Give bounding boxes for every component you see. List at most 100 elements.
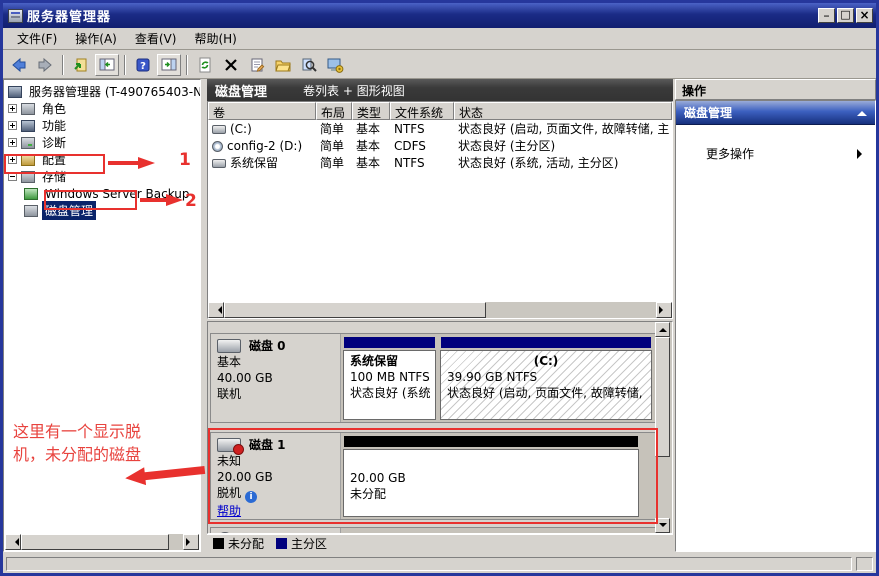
disk-management-panel: 磁盘管理 卷列表 + 图形视图 卷 布局 类型 文件系统 状态 (C:) 简单 …: [207, 79, 673, 552]
status-bar: [3, 554, 876, 573]
actions-panel: 操作 磁盘管理 更多操作: [675, 79, 876, 552]
partition-system-reserved[interactable]: 系统保留 100 MB NTFS 状态良好 (系统: [343, 336, 436, 420]
roles-icon: [21, 103, 35, 115]
cdrom-block[interactable]: CD-ROM 0: [210, 527, 657, 534]
graphical-view-vertical-scrollbar[interactable]: [655, 322, 672, 533]
actions-section-disk-management[interactable]: 磁盘管理: [676, 101, 875, 125]
volume-icon: [212, 125, 226, 134]
info-icon: [245, 491, 257, 503]
menu-bar: 文件(F) 操作(A) 查看(V) 帮助(H): [3, 28, 876, 50]
submenu-arrow-icon: [857, 149, 867, 159]
help-icon[interactable]: ?: [131, 54, 155, 76]
volume-row-system-reserved[interactable]: 系统保留 简单 基本 NTFS 状态良好 (系统, 活动, 主分区): [208, 154, 672, 171]
header-title: 磁盘管理: [215, 81, 267, 100]
more-actions-item[interactable]: 更多操作: [676, 141, 875, 166]
server-manager-icon: [8, 86, 22, 98]
export-list-icon[interactable]: [69, 54, 93, 76]
collapse-icon[interactable]: [8, 172, 17, 181]
legend-primary-partition: 主分区: [276, 535, 327, 552]
tree-item-roles[interactable]: 角色: [8, 100, 200, 117]
scroll-left-icon[interactable]: [5, 534, 21, 550]
disk1-block[interactable]: 磁盘 1 未知 20.00 GB 脱机 帮助 20.00 GB 未分配: [210, 432, 657, 520]
menu-help[interactable]: 帮助(H): [186, 28, 244, 49]
annotation-step-2: 2: [185, 191, 197, 211]
header-subtitle: 卷列表 + 图形视图: [303, 82, 405, 99]
scroll-right-icon[interactable]: [656, 302, 672, 318]
backup-icon: [24, 188, 38, 200]
features-icon: [21, 120, 35, 132]
menu-view[interactable]: 查看(V): [127, 28, 185, 49]
unallocated-bar: [344, 436, 638, 447]
disk-management-icon: [24, 205, 38, 217]
disk-management-header: 磁盘管理 卷列表 + 图形视图: [207, 79, 673, 101]
column-layout[interactable]: 布局: [316, 102, 352, 120]
expand-icon[interactable]: [8, 155, 17, 164]
volume-row-config2[interactable]: config-2 (D:) 简单 基本 CDFS 状态良好 (主分区): [208, 137, 672, 154]
open-folder-icon[interactable]: [271, 54, 295, 76]
column-status[interactable]: 状态: [454, 102, 672, 120]
help-link[interactable]: 帮助: [217, 504, 241, 518]
scroll-right-icon[interactable]: [183, 534, 199, 550]
delete-icon[interactable]: [219, 54, 243, 76]
storage-icon: [21, 171, 35, 183]
tree-horizontal-scrollbar[interactable]: [5, 534, 199, 550]
toolbar-separator: [186, 55, 188, 75]
find-icon[interactable]: [297, 54, 321, 76]
scrollbar-thumb[interactable]: [655, 337, 670, 457]
column-filesystem[interactable]: 文件系统: [390, 102, 454, 120]
volume-row-c[interactable]: (C:) 简单 基本 NTFS 状态良好 (启动, 页面文件, 故障转储, 主: [208, 120, 672, 137]
back-icon[interactable]: [7, 54, 31, 76]
refresh-icon[interactable]: [193, 54, 217, 76]
properties-icon[interactable]: [245, 54, 269, 76]
collapse-section-icon[interactable]: [857, 106, 867, 116]
volume-list-header: 卷 布局 类型 文件系统 状态: [208, 102, 672, 120]
tree-item-storage[interactable]: 存储: [8, 168, 200, 185]
disk0-block[interactable]: 磁盘 0 基本 40.00 GB 联机 系统保留 100 MB NTFS 状态良…: [210, 333, 657, 423]
tree-item-features[interactable]: 功能: [8, 117, 200, 134]
partition-c[interactable]: (C:) 39.90 GB NTFS 状态良好 (启动, 页面文件, 故障转储,: [440, 336, 652, 420]
unallocated-swatch: [213, 538, 224, 549]
menu-file[interactable]: 文件(F): [9, 28, 65, 49]
tree-item-disk-management[interactable]: 磁盘管理: [8, 202, 200, 219]
show-console-tree-icon[interactable]: [95, 54, 119, 76]
legend-unallocated: 未分配: [213, 535, 264, 552]
forward-icon[interactable]: [33, 54, 57, 76]
disk1-label: 磁盘 1 未知 20.00 GB 脱机 帮助: [211, 433, 341, 519]
tree-item-windows-server-backup[interactable]: Windows Server Backup: [8, 185, 200, 202]
close-button[interactable]: [856, 8, 873, 23]
title-bar: 服务器管理器: [3, 3, 876, 28]
scroll-up-icon[interactable]: [655, 322, 670, 337]
scroll-left-icon[interactable]: [208, 302, 224, 318]
expand-icon[interactable]: [8, 138, 17, 147]
maximize-button[interactable]: [837, 8, 854, 23]
primary-partition-bar: [441, 337, 651, 348]
offline-disk-icon: [217, 438, 241, 452]
diagnostics-icon: [21, 137, 35, 149]
window-title: 服务器管理器: [27, 6, 111, 25]
cd-volume-icon: [212, 141, 223, 152]
annotation-step-1: 1: [179, 150, 191, 170]
show-action-pane-icon[interactable]: [157, 54, 181, 76]
expand-icon[interactable]: [8, 104, 17, 113]
minimize-button[interactable]: [818, 8, 835, 23]
manage-computer-icon[interactable]: [323, 54, 347, 76]
toolbar-separator: [62, 55, 64, 75]
scrollbar-thumb[interactable]: [21, 534, 169, 550]
menu-action[interactable]: 操作(A): [67, 28, 125, 49]
expand-icon[interactable]: [8, 121, 17, 130]
column-volume[interactable]: 卷: [208, 102, 316, 120]
partition-unallocated[interactable]: 20.00 GB 未分配: [343, 435, 639, 517]
toolbar-separator: [124, 55, 126, 75]
tree-root-server-manager[interactable]: 服务器管理器 (T-490765403-ND: [8, 83, 200, 100]
volume-list-horizontal-scrollbar[interactable]: [208, 302, 672, 318]
disk0-label: 磁盘 0 基本 40.00 GB 联机: [211, 334, 341, 422]
server-manager-window: 服务器管理器 文件(F) 操作(A) 查看(V) 帮助(H) ?: [0, 0, 879, 576]
tree-item-diagnostics[interactable]: 诊断: [8, 134, 200, 151]
annotation-note: 这里有一个显示脱 机，未分配的磁盘: [13, 420, 141, 466]
app-icon: [8, 9, 23, 23]
scroll-down-icon[interactable]: [655, 518, 670, 533]
column-type[interactable]: 类型: [352, 102, 390, 120]
graphical-view: 磁盘 0 基本 40.00 GB 联机 系统保留 100 MB NTFS 状态良…: [207, 321, 673, 534]
tree-item-configuration[interactable]: 配置: [8, 151, 200, 168]
scrollbar-thumb[interactable]: [224, 302, 486, 318]
